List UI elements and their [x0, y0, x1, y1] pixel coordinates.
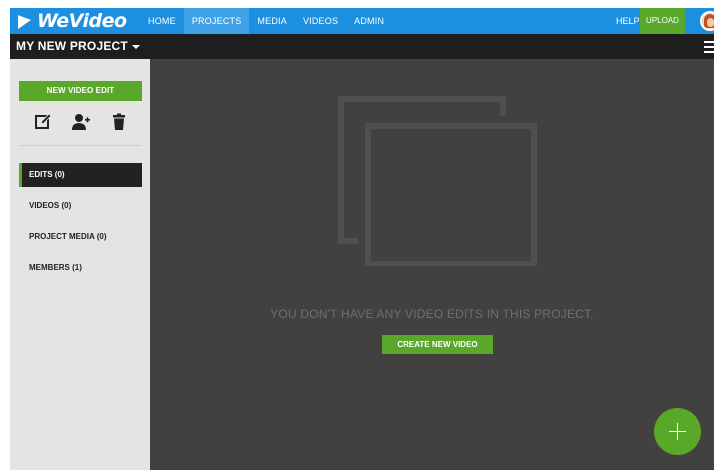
create-new-video-button[interactable]: CREATE NEW VIDEO	[382, 335, 493, 354]
add-fab-button[interactable]	[654, 408, 701, 455]
sidebar-divider	[19, 145, 142, 146]
add-member-icon[interactable]	[72, 113, 90, 131]
project-title: MY NEW PROJECT	[16, 39, 128, 53]
caret-down-icon	[131, 44, 140, 49]
avatar[interactable]	[700, 11, 714, 31]
logo-wordmark: WeVideo	[37, 10, 127, 32]
sidebar-item-members[interactable]: MEMBERS (1)	[19, 256, 142, 280]
sidebar-toolbar	[10, 113, 150, 131]
new-video-edit-button[interactable]: NEW VIDEO EDIT	[19, 81, 142, 101]
plus-icon-v	[677, 423, 678, 440]
wevideo-logo[interactable]: WeVideo	[18, 10, 127, 32]
nav-media[interactable]: MEDIA	[249, 8, 295, 34]
sidebar: NEW VIDEO EDIT EDITS (0) VIDEOS (0) PROJ…	[10, 59, 150, 470]
project-bar: MY NEW PROJECT	[10, 34, 714, 59]
sidebar-item-project-media[interactable]: PROJECT MEDIA (0)	[19, 225, 142, 249]
sidebar-item-edits[interactable]: EDITS (0)	[19, 163, 142, 187]
avatar-face	[707, 18, 714, 27]
nav-admin[interactable]: ADMIN	[346, 8, 392, 34]
logo-play-icon	[18, 12, 31, 30]
empty-edits-illustration	[338, 96, 538, 267]
top-navigation-bar: WeVideo HOME PROJECTS MEDIA VIDEOS ADMIN…	[10, 8, 714, 34]
nav-videos[interactable]: VIDEOS	[295, 8, 346, 34]
upload-button[interactable]: UPLOAD	[640, 8, 685, 34]
sidebar-menu: EDITS (0) VIDEOS (0) PROJECT MEDIA (0) M…	[19, 163, 142, 287]
project-title-dropdown[interactable]: MY NEW PROJECT	[16, 34, 140, 59]
list-view-icon[interactable]	[704, 41, 714, 53]
main-content: YOU DON'T HAVE ANY VIDEO EDITS IN THIS P…	[150, 59, 714, 470]
nav-home[interactable]: HOME	[140, 8, 184, 34]
sidebar-item-videos[interactable]: VIDEOS (0)	[19, 194, 142, 218]
trash-icon[interactable]	[110, 113, 128, 131]
edit-icon[interactable]	[34, 113, 52, 131]
nav-links: HOME PROJECTS MEDIA VIDEOS ADMIN	[140, 8, 392, 34]
app-page: WeVideo HOME PROJECTS MEDIA VIDEOS ADMIN…	[10, 8, 714, 470]
empty-state-message: YOU DON'T HAVE ANY VIDEO EDITS IN THIS P…	[270, 307, 594, 321]
nav-projects[interactable]: PROJECTS	[183, 8, 250, 34]
